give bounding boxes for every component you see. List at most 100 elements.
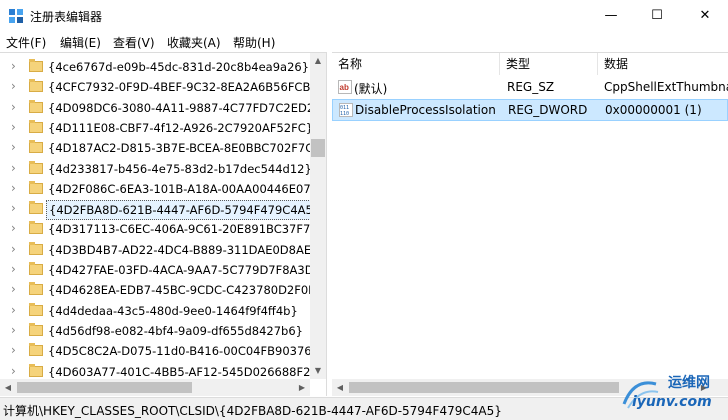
value-row[interactable]: 011 110 DisableProcessIsolation REG_DWORD 0x… <box>332 99 728 121</box>
expand-chevron-icon[interactable]: › <box>11 201 16 215</box>
tree-item-label: {4D2FBA8D-621B-4447-AF6D-5794F479C4A5} <box>46 200 324 221</box>
menu-help[interactable]: 帮助(H) <box>233 34 275 51</box>
value-data: CppShellExtThumbna <box>604 80 728 94</box>
tree-item[interactable]: › {4D187AC2-D815-3B7E-BCEA-8E0BBC702F7C} <box>0 137 321 159</box>
tree-horizontal-scrollbar[interactable]: ◀ ▶ <box>0 379 310 396</box>
tree-item-label: {4D427FAE-03FD-4ACA-9AA7-5C779D7F8A3D} <box>48 263 321 277</box>
tree-item[interactable]: › {4D098DC6-3080-4A11-9887-4C77FD7C2ED2} <box>0 97 321 119</box>
tree-item-label: {4D111E08-CBF7-4f12-A926-2C7920AF52FC} <box>48 120 314 135</box>
folder-icon <box>29 363 43 377</box>
tree-item[interactable]: › {4D427FAE-03FD-4ACA-9AA7-5C779D7F8A3D} <box>0 259 321 281</box>
menu-bar: 文件(F) 编辑(E) 查看(V) 收藏夹(A) 帮助(H) <box>0 31 728 52</box>
expand-chevron-icon[interactable]: › <box>11 323 16 337</box>
string-value-icon: ab <box>338 80 352 94</box>
key-tree-pane[interactable]: › {4ce6767d-e09b-45dc-831d-20c8b4ea9a26} ›… <box>0 52 327 396</box>
folder-icon <box>29 343 43 357</box>
expand-chevron-icon[interactable]: › <box>11 221 16 235</box>
tree-item-label: {4D3BD4B7-AD22-4DC4-B889-311DAE0D8AE} <box>48 242 319 257</box>
col-header-data[interactable]: 数据 <box>598 53 728 75</box>
folder-icon <box>29 221 43 235</box>
expand-chevron-icon[interactable]: › <box>11 181 16 195</box>
tree-vscroll-thumb[interactable] <box>311 139 325 157</box>
scroll-right-icon[interactable]: ▶ <box>294 379 310 396</box>
svg-text:ab: ab <box>340 83 349 92</box>
expand-chevron-icon[interactable]: › <box>11 242 16 256</box>
value-list-pane[interactable]: 名称 类型 数据 ab (默认) REG_SZ CppShellExtThumbna 0… <box>332 52 728 396</box>
folder-icon <box>29 262 43 275</box>
regedit-app-icon <box>9 9 23 23</box>
tree-item-label: {4d56df98-e082-4bf4-9a09-df655d8427b6} <box>48 323 303 338</box>
scroll-left-icon[interactable]: ◀ <box>332 379 348 396</box>
expand-chevron-icon[interactable]: › <box>11 343 16 357</box>
tree-item-label: {4D5C8C2A-D075-11d0-B416-00C04FB90376} <box>48 344 319 359</box>
expand-chevron-icon[interactable]: › <box>11 364 16 378</box>
svg-text:110: 110 <box>340 111 349 117</box>
tree-item[interactable]: › {4ce6767d-e09b-45dc-831d-20c8b4ea9a26} <box>0 56 310 78</box>
expand-chevron-icon[interactable]: › <box>11 262 16 276</box>
expand-chevron-icon[interactable]: › <box>11 282 16 296</box>
tree-item-label: {4D187AC2-D815-3B7E-BCEA-8E0BBC702F7C} <box>48 141 321 156</box>
tree-item-label: {4CFC7932-0F9D-4BEF-9C32-8EA2A6B56FCB} <box>48 80 318 95</box>
tree-item-label: {4D2F086C-6EA3-101B-A18A-00AA00446E07} <box>48 181 318 196</box>
folder-icon <box>29 59 43 72</box>
status-path: 计算机\HKEY_CLASSES_ROOT\CLSID\{4D2FBA8D-62… <box>3 404 502 418</box>
close-button[interactable]: ✕ <box>682 0 728 31</box>
list-hscroll-thumb[interactable] <box>349 382 619 393</box>
tree-hscroll-thumb[interactable] <box>17 382 192 393</box>
tree-item[interactable]: › {4CFC7932-0F9D-4BEF-9C32-8EA2A6B56FCB} <box>0 76 318 98</box>
expand-chevron-icon[interactable]: › <box>11 120 16 134</box>
tree-item[interactable]: › {4D111E08-CBF7-4f12-A926-2C7920AF52FC} <box>0 117 313 139</box>
folder-icon <box>29 99 43 113</box>
dword-value-icon: 011110 <box>339 103 353 117</box>
expand-chevron-icon[interactable]: › <box>11 140 16 154</box>
scroll-up-icon[interactable]: ▲ <box>310 53 326 69</box>
value-row[interactable]: ab (默认) REG_SZ CppShellExtThumbna <box>332 77 728 99</box>
tree-item[interactable]: › {4D3BD4B7-AD22-4DC4-B889-311DAE0D8AE} <box>0 239 318 261</box>
window-title: 注册表编辑器 <box>30 10 103 24</box>
value-type: REG_DWORD <box>508 103 588 117</box>
value-type: REG_SZ <box>507 80 555 94</box>
tree-item-label: {4ce6767d-e09b-45dc-831d-20c8b4ea9a26} <box>48 60 310 74</box>
menu-favorites[interactable]: 收藏夹(A) <box>167 34 221 51</box>
tree-item[interactable]: › {4D317113-C6EC-406A-9C61-20E891BC37F7} <box>0 218 318 240</box>
tree-item[interactable]: › {4d56df98-e082-4bf4-9a09-df655d8427b6} <box>0 320 310 342</box>
folder-icon <box>29 282 43 296</box>
expand-chevron-icon[interactable]: › <box>11 161 16 175</box>
expand-chevron-icon[interactable]: › <box>11 59 16 73</box>
tree-item[interactable]: › {4d233817-b456-4e75-83d2-b17dec544d12} <box>0 158 312 180</box>
tree-item[interactable]: › {4D2FBA8D-621B-4447-AF6D-5794F479C4A5} <box>0 198 324 221</box>
value-name: DisableProcessIsolation <box>355 103 496 117</box>
expand-chevron-icon[interactable]: › <box>11 79 16 93</box>
folder-icon <box>29 322 43 336</box>
menu-edit[interactable]: 编辑(E) <box>60 34 101 51</box>
folder-icon <box>29 160 43 174</box>
expand-chevron-icon[interactable]: › <box>11 303 16 317</box>
tree-item[interactable]: › {4D4628EA-EDB7-45BC-9CDC-C423780D2F0D} <box>0 279 324 301</box>
folder-icon <box>29 201 43 215</box>
tree-vertical-scrollbar[interactable]: ▲ ▼ <box>310 53 326 379</box>
col-header-type[interactable]: 类型 <box>500 53 598 75</box>
tree-item[interactable]: › {4D5C8C2A-D075-11d0-B416-00C04FB90376} <box>0 340 319 362</box>
scroll-left-icon[interactable]: ◀ <box>0 379 16 396</box>
tree-item-label: {4D4628EA-EDB7-45BC-9CDC-C423780D2F0D} <box>48 283 325 298</box>
tree-item-label: {4d4dedaa-43c5-480d-9ee0-1464f9f4ff4b} <box>48 303 298 318</box>
value-name: (默认) <box>354 82 388 96</box>
tree-item[interactable]: › {4D2F086C-6EA3-101B-A18A-00AA00446E07} <box>0 178 318 200</box>
tree-item[interactable]: › {4d4dedaa-43c5-480d-9ee0-1464f9f4ff4b} <box>0 300 310 322</box>
folder-icon <box>29 180 43 194</box>
folder-icon <box>29 79 43 93</box>
title-bar: 注册表编辑器 — ☐ ✕ <box>0 0 728 31</box>
tree-item-label: {4d233817-b456-4e75-83d2-b17dec544d12} <box>48 161 312 176</box>
minimize-button[interactable]: — <box>588 0 634 31</box>
scroll-down-icon[interactable]: ▼ <box>310 363 326 379</box>
folder-icon <box>29 241 43 255</box>
menu-file[interactable]: 文件(F) <box>6 34 46 51</box>
menu-view[interactable]: 查看(V) <box>113 34 155 51</box>
maximize-button[interactable]: ☐ <box>634 0 680 31</box>
watermark-url-text: iyunv.com <box>632 394 712 410</box>
folder-icon <box>29 302 43 316</box>
expand-chevron-icon[interactable]: › <box>11 100 16 114</box>
watermark-logo: 运维网 iyunv.com <box>618 372 726 416</box>
folder-icon <box>29 140 43 154</box>
col-header-name[interactable]: 名称 <box>332 53 500 75</box>
